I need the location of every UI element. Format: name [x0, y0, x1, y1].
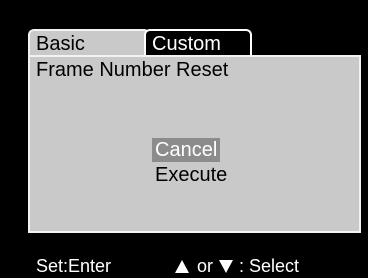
tab-basic[interactable]: Basic	[28, 29, 150, 55]
set-enter-hint: Set:Enter	[36, 256, 112, 276]
footer-hints: Set:Enter or : Select	[0, 250, 368, 278]
tab-custom-label: Custom	[152, 33, 221, 55]
down-triangle-icon	[219, 260, 234, 273]
camera-menu-screen: Basic Custom Frame Number Reset Cancel E…	[0, 0, 368, 278]
or-text: or	[197, 256, 214, 276]
panel-title: Frame Number Reset	[36, 59, 229, 81]
option-cancel[interactable]: Cancel	[152, 138, 221, 162]
select-hint: or : Select	[175, 256, 299, 277]
tab-basic-label: Basic	[36, 33, 85, 55]
menu-panel: Frame Number Reset Cancel Execute	[28, 55, 361, 233]
option-execute[interactable]: Execute	[155, 163, 227, 187]
up-triangle-icon	[175, 260, 189, 273]
tab-custom[interactable]: Custom	[144, 29, 252, 55]
select-text: : Select	[239, 256, 300, 276]
